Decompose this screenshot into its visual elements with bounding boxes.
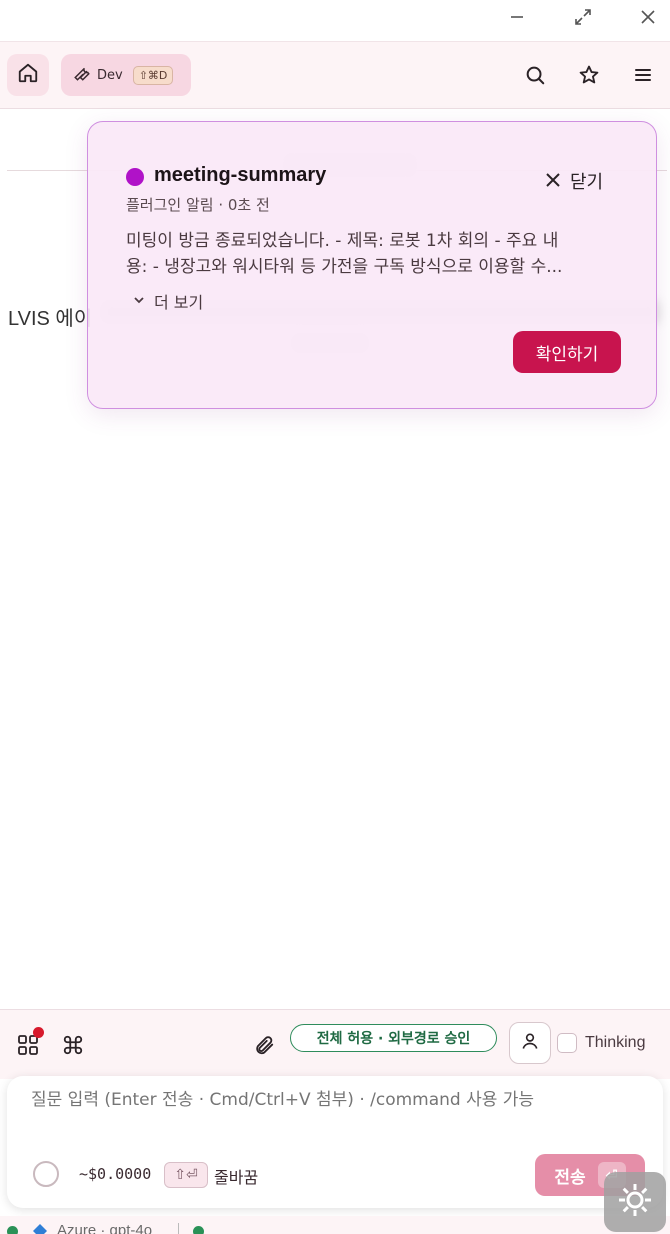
user-button[interactable] (509, 1022, 551, 1064)
background-text: LVIS 에이 (8, 308, 93, 330)
status-divider (178, 1223, 179, 1234)
dev-label: Dev (97, 67, 123, 83)
notification-close-button[interactable]: 닫기 (546, 168, 603, 194)
notification-meta: 플러그인 알림 · 0초 전 (126, 196, 270, 214)
maximize-icon[interactable] (568, 4, 598, 30)
window-titlebar (0, 0, 670, 42)
cost-display: ~$0.0000 (79, 1165, 152, 1183)
thinking-checkbox[interactable] (557, 1033, 577, 1053)
status-bar: Azure · gpt-4o (0, 1216, 670, 1234)
notification-body-line-2: 용: - 냉장고와 워시타워 등 가전을 구독 방식으로 이용할 수... (126, 257, 563, 277)
star-icon[interactable] (576, 62, 602, 88)
progress-circle (33, 1161, 59, 1187)
settings-fab[interactable] (604, 1172, 666, 1232)
attachment-icon[interactable] (251, 1032, 277, 1058)
wrench-icon (73, 64, 91, 86)
composer-box: ~$0.0000 ⇧⏎ 줄바꿈 전송 ⏎ (7, 1076, 663, 1208)
chevron-down-icon (132, 292, 146, 311)
close-icon[interactable] (633, 4, 663, 30)
model-label[interactable]: Azure · gpt-4o (57, 1222, 152, 1234)
home-button[interactable] (7, 54, 49, 96)
user-icon (520, 1031, 540, 1055)
notification-indicator (33, 1027, 44, 1038)
newline-label: 줄바꿈 (214, 1168, 259, 1187)
azure-logo-icon (32, 1223, 48, 1234)
send-label: 전송 (554, 1167, 586, 1187)
notification-body-line-1: 미팅이 방금 종료되었습니다. - 제목: 로봇 1차 회의 - 주요 내 (126, 231, 559, 251)
question-input[interactable] (31, 1090, 641, 1110)
show-more-toggle[interactable]: 더 보기 (132, 289, 203, 313)
newline-shortcut-badge: ⇧⏎ (164, 1162, 208, 1188)
gear-icon (615, 1180, 655, 1224)
permission-badge[interactable]: 전체 허용 · 외부경로 승인 (290, 1024, 497, 1052)
show-more-label: 더 보기 (154, 293, 204, 312)
home-icon (17, 62, 39, 88)
top-navigation: Dev ⇧⌘D (0, 42, 670, 109)
command-icon[interactable] (60, 1032, 86, 1058)
close-icon (546, 171, 560, 192)
confirm-button[interactable]: 확인하기 (513, 331, 621, 373)
menu-icon[interactable] (630, 62, 656, 88)
notification-body: 미팅이 방금 종료되었습니다. - 제목: 로봇 1차 회의 - 주요 내 용:… (126, 228, 626, 280)
status-dot (7, 1226, 18, 1234)
thinking-toggle[interactable]: Thinking (557, 1033, 645, 1053)
plugin-notification: meeting-summary 닫기 플러그인 알림 · 0초 전 미팅이 방금… (87, 121, 657, 409)
dev-mode-button[interactable]: Dev ⇧⌘D (61, 54, 191, 96)
status-dot-2 (193, 1226, 204, 1234)
search-icon[interactable] (522, 62, 548, 88)
close-label: 닫기 (570, 172, 604, 193)
notification-dot (126, 168, 144, 186)
minimize-icon[interactable] (502, 4, 532, 30)
thinking-label: Thinking (585, 1034, 646, 1051)
notification-title: meeting-summary (154, 164, 327, 186)
dev-shortcut-badge: ⇧⌘D (132, 65, 174, 85)
